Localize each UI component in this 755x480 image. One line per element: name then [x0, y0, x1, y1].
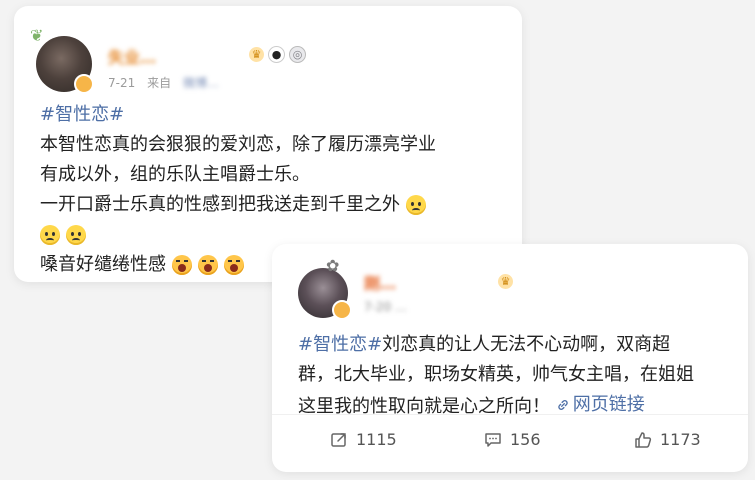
- medal-badge-icon[interactable]: ◎: [289, 46, 306, 63]
- comment-icon: [485, 432, 501, 447]
- sad-emoji-icon: [66, 225, 86, 245]
- crying-emoji-icon: [171, 255, 192, 275]
- post-line: 有成以外，组的乐队主唱爵士乐。: [40, 164, 310, 185]
- post-card-2: ✿ 刚… ♛ 7-20 … #智性恋#刘恋真的让人无法不心动啊，双商超 群，北大…: [272, 244, 748, 472]
- crying-emoji-icon: [223, 255, 244, 275]
- source-prefix: 来自: [147, 76, 172, 90]
- laurel-icon: ❦: [30, 26, 44, 45]
- repost-count: 1115: [356, 430, 397, 449]
- hashtag-link[interactable]: #智性恋#: [40, 104, 124, 125]
- crying-emoji-icon: [197, 255, 218, 275]
- crown-badge-icon[interactable]: ♛: [498, 274, 513, 289]
- bow-icon: ✿: [326, 256, 340, 275]
- sad-emoji-icon: [405, 195, 426, 215]
- user-badges: ♛ ● ◎: [249, 46, 306, 63]
- post-line: 刘恋真的让人无法不心动啊，双商超: [382, 334, 671, 355]
- comment-button[interactable]: 156: [484, 430, 541, 449]
- username[interactable]: 刚…: [364, 270, 396, 294]
- post-line: 本智性恋真的会狠狠的爱刘恋，除了履历漂亮学业: [40, 134, 436, 155]
- thumbs-up-icon: [635, 431, 652, 448]
- post-meta: 7-21 来自: [108, 74, 171, 91]
- hashtag-link[interactable]: #智性恋#: [298, 334, 382, 355]
- avatar[interactable]: ❦: [30, 26, 94, 94]
- verified-badge-icon: [332, 300, 352, 320]
- verified-badge-icon: [74, 74, 94, 94]
- like-count: 1173: [660, 430, 701, 449]
- sad-emoji-icon: [40, 225, 60, 245]
- post-date: 7-21: [108, 76, 136, 90]
- avatar[interactable]: ✿: [298, 256, 352, 320]
- crown-badge-icon[interactable]: ♛: [249, 47, 264, 62]
- like-button[interactable]: 1173: [634, 430, 701, 449]
- repost-icon: [331, 432, 346, 447]
- post-card-1: ❦ 失业… ♛ ● ◎ 7-21 来自 微博… #智性恋# 本智性恋真的会狠狠的…: [14, 6, 522, 282]
- post-line: 群，北大毕业，职场女精英，帅气女主唱，在姐姐: [298, 364, 694, 385]
- link-icon: [558, 400, 568, 410]
- post-meta: 7-20 …: [364, 300, 408, 314]
- web-link[interactable]: 网页链接: [556, 390, 645, 420]
- divider: [272, 414, 748, 415]
- username[interactable]: 失业…: [108, 44, 156, 68]
- post-line: 嗓音好缱绻性感: [40, 254, 166, 275]
- repost-button[interactable]: 1115: [330, 430, 397, 449]
- user-badges: ♛: [498, 274, 513, 289]
- post-body: #智性恋#刘恋真的让人无法不心动啊，双商超 群，北大毕业，职场女精英，帅气女主唱…: [298, 330, 694, 422]
- comment-count: 156: [510, 430, 541, 449]
- source-app[interactable]: 微博…: [183, 74, 219, 91]
- web-link-label: 网页链接: [572, 394, 645, 415]
- post-line: 一开口爵士乐真的性感到把我送走到千里之外: [40, 194, 400, 215]
- panda-badge-icon[interactable]: ●: [268, 46, 285, 63]
